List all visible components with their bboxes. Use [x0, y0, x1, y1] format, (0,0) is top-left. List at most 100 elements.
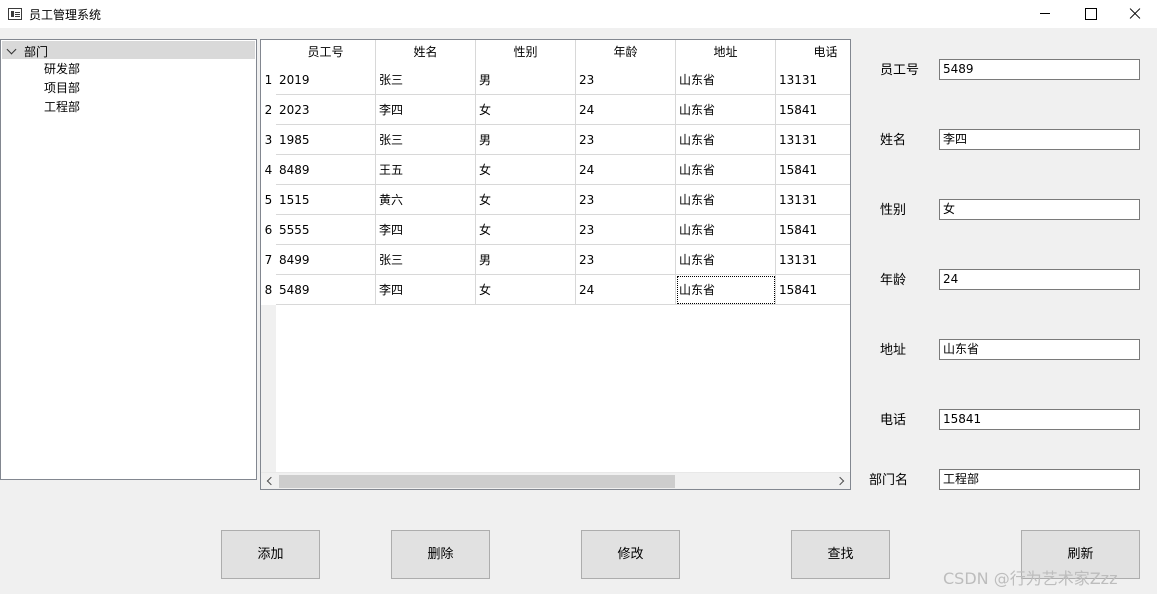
employee-id-field[interactable]: 5489 [939, 59, 1140, 80]
column-header-address[interactable]: 地址 [676, 40, 776, 65]
table-cell[interactable]: 13131 [776, 185, 850, 215]
tree-item-root[interactable]: 部门 [2, 41, 255, 59]
table-cell[interactable]: 山东省 [676, 215, 776, 245]
table-cell[interactable]: 2023 [276, 95, 376, 125]
column-header-age[interactable]: 年龄 [576, 40, 676, 65]
row-header[interactable]: 5 [261, 185, 276, 215]
maximize-icon[interactable] [1067, 0, 1113, 28]
name-label: 姓名 [880, 133, 907, 148]
table-cell[interactable]: 1515 [276, 185, 376, 215]
table-cell[interactable]: 李四 [376, 95, 476, 125]
row-header[interactable]: 2 [261, 95, 276, 125]
add-button[interactable]: 添加 [221, 530, 320, 579]
column-header-id[interactable]: 员工号 [276, 40, 376, 65]
tree-item-rnd[interactable]: 研发部 [44, 60, 80, 77]
row-header[interactable]: 4 [261, 155, 276, 185]
table-corner [261, 40, 276, 65]
table-cell[interactable]: 男 [476, 125, 576, 155]
table-cell[interactable]: 女 [476, 95, 576, 125]
table-cell[interactable]: 山东省 [676, 65, 776, 95]
table-cell[interactable]: 24 [576, 95, 676, 125]
row-header[interactable]: 1 [261, 65, 276, 95]
table-cell[interactable]: 张三 [376, 245, 476, 275]
app-icon [8, 8, 22, 20]
row-header[interactable]: 3 [261, 125, 276, 155]
address-field[interactable]: 山东省 [939, 339, 1140, 360]
tree-item-engineering[interactable]: 工程部 [44, 98, 80, 115]
modify-button[interactable]: 修改 [581, 530, 680, 579]
table-cell[interactable]: 张三 [376, 125, 476, 155]
table-cell[interactable]: 李四 [376, 215, 476, 245]
table-cell[interactable]: 女 [476, 275, 576, 305]
row-header[interactable]: 6 [261, 215, 276, 245]
table-cell[interactable]: 男 [476, 65, 576, 95]
table-cell[interactable]: 8489 [276, 155, 376, 185]
scroll-left-icon[interactable] [261, 473, 278, 489]
watermark: CSDN @行为艺术家Zzz [943, 569, 1118, 588]
table-cell[interactable]: 15841 [776, 215, 850, 245]
address-label: 地址 [880, 343, 907, 358]
scroll-right-icon[interactable] [833, 473, 850, 489]
table-cell[interactable]: 黄六 [376, 185, 476, 215]
table-cell[interactable]: 男 [476, 245, 576, 275]
table-cell[interactable]: 女 [476, 215, 576, 245]
table-cell[interactable]: 15841 [776, 155, 850, 185]
table-cell[interactable]: 5489 [276, 275, 376, 305]
employee-id-label: 员工号 [880, 63, 920, 78]
table-cell[interactable]: 24 [576, 155, 676, 185]
table-cell[interactable]: 13131 [776, 65, 850, 95]
table-cell[interactable]: 23 [576, 65, 676, 95]
minimize-icon[interactable] [1022, 0, 1068, 28]
column-header-gender[interactable]: 性别 [476, 40, 576, 65]
table-cell[interactable]: 李四 [376, 275, 476, 305]
table-cell[interactable]: 13131 [776, 245, 850, 275]
table-cell[interactable]: 24 [576, 275, 676, 305]
column-header-name[interactable]: 姓名 [376, 40, 476, 65]
table-cell[interactable]: 王五 [376, 155, 476, 185]
column-header-phone[interactable]: 电话 [776, 40, 850, 65]
name-field[interactable]: 李四 [939, 129, 1140, 150]
table-cell[interactable]: 23 [576, 215, 676, 245]
department-name-field[interactable]: 工程部 [939, 469, 1140, 490]
tree-root-label: 部门 [24, 45, 49, 59]
department-tree[interactable]: 部门 研发部 项目部 工程部 [0, 39, 257, 480]
table-cell[interactable]: 山东省 [676, 125, 776, 155]
table-cell[interactable]: 张三 [376, 65, 476, 95]
table-cell[interactable]: 女 [476, 185, 576, 215]
chevron-down-icon[interactable] [6, 44, 17, 55]
table-cell[interactable]: 1985 [276, 125, 376, 155]
table-cell[interactable]: 女 [476, 155, 576, 185]
tree-item-project[interactable]: 项目部 [44, 79, 80, 96]
table-cell-selected[interactable]: 山东省 [676, 275, 776, 305]
table-cell[interactable]: 23 [576, 185, 676, 215]
close-icon[interactable] [1112, 0, 1157, 28]
title-bar: 员工管理系统 [0, 0, 1157, 28]
search-button[interactable]: 查找 [791, 530, 890, 579]
table-cell[interactable]: 山东省 [676, 245, 776, 275]
table-cell[interactable]: 8499 [276, 245, 376, 275]
table-cell[interactable]: 山东省 [676, 95, 776, 125]
table-cell[interactable]: 13131 [776, 125, 850, 155]
age-label: 年龄 [880, 273, 907, 288]
table-cell[interactable]: 2019 [276, 65, 376, 95]
row-header[interactable]: 8 [261, 275, 276, 305]
department-name-label: 部门名 [869, 473, 909, 488]
scrollbar-thumb[interactable] [279, 475, 675, 488]
table-cell[interactable]: 5555 [276, 215, 376, 245]
gender-field[interactable]: 女 [939, 199, 1140, 220]
age-field[interactable]: 24 [939, 269, 1140, 290]
table-cell[interactable]: 23 [576, 125, 676, 155]
phone-field[interactable]: 15841 [939, 409, 1140, 430]
horizontal-scrollbar[interactable] [261, 472, 850, 489]
table-cell[interactable]: 15841 [776, 275, 850, 305]
phone-label: 电话 [880, 413, 907, 428]
table-cell[interactable]: 23 [576, 245, 676, 275]
table-cell[interactable]: 15841 [776, 95, 850, 125]
delete-button[interactable]: 删除 [391, 530, 490, 579]
window-title: 员工管理系统 [29, 8, 102, 22]
table-cell[interactable]: 山东省 [676, 155, 776, 185]
table-cell[interactable]: 山东省 [676, 185, 776, 215]
employee-table[interactable]: 员工号 姓名 性别 年龄 地址 电话 1 2019 张三 男 23 山东省 13… [260, 39, 851, 490]
main-window: 员工管理系统 部门 研发部 项目部 工程部 员工号 姓名 性别 年龄 地址 电话… [0, 0, 1157, 594]
row-header[interactable]: 7 [261, 245, 276, 275]
